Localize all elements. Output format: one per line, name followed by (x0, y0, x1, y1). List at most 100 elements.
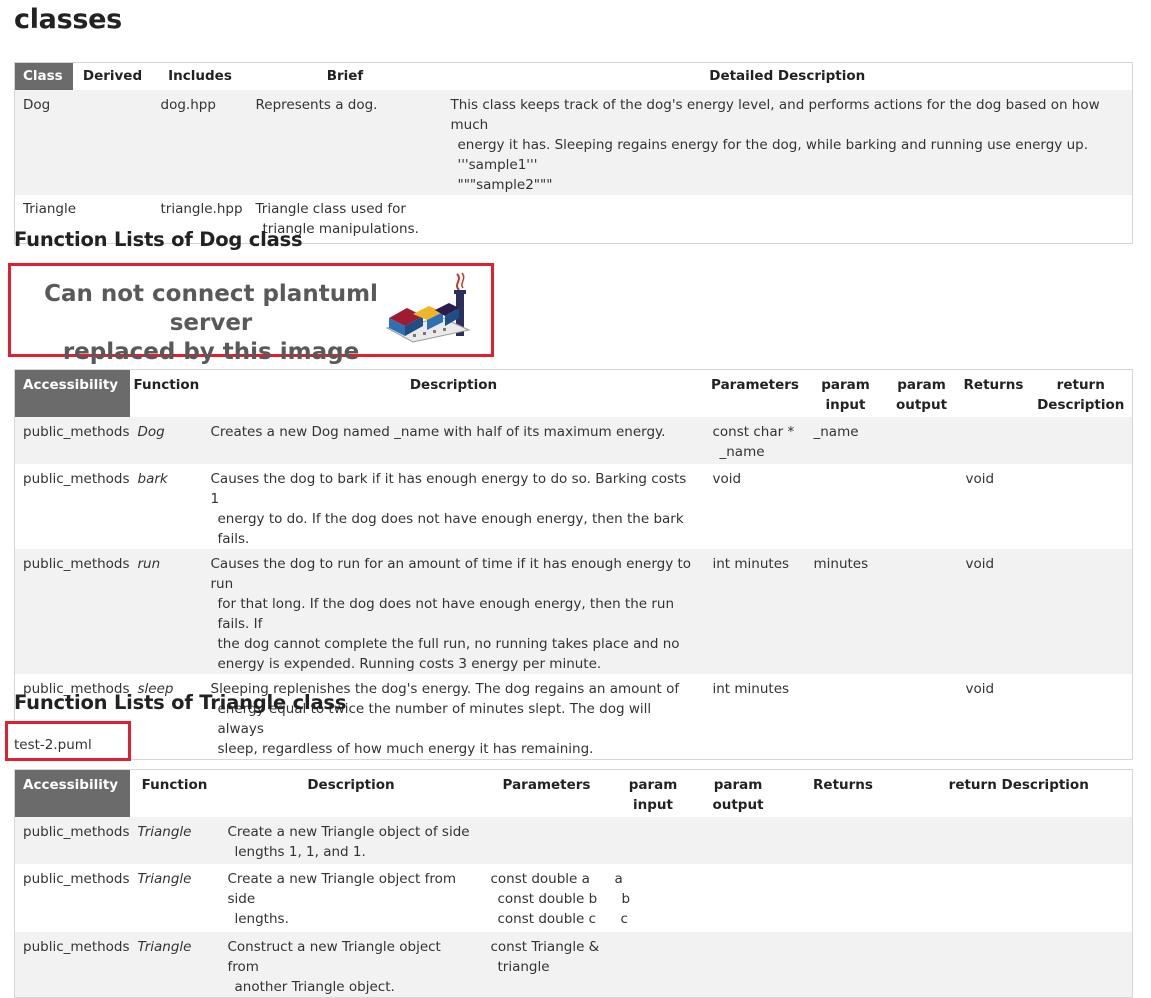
return-description-cell (1029, 416, 1133, 464)
desc-line: for that long. If the dog does not have … (217, 595, 675, 632)
parameters-cell: const char * _name (704, 416, 806, 464)
function-cell: sleep (137, 680, 174, 697)
param-output-cell (695, 816, 781, 864)
desc-line: Causes the dog to run for an amount of t… (210, 555, 692, 592)
col-header-brief: Brief (326, 68, 364, 84)
function-cell: Triangle (129, 931, 220, 997)
triangle-functions-table: Accessibility Function Description Param… (14, 769, 1133, 998)
table-row: public_methods Triangle Construct a new … (14, 931, 1133, 997)
returns-cell (957, 416, 1030, 464)
header-line: input (633, 797, 673, 813)
param-input-cell (806, 464, 886, 549)
table-row: public_methods Triangle Create a new Tri… (14, 816, 1133, 864)
returns-cell (780, 931, 906, 997)
table-row: public_methods Dog Creates a new Dog nam… (14, 416, 1133, 464)
return-description-cell (906, 864, 1133, 932)
param-line: triangle (497, 958, 550, 975)
includes-cell: dog.hpp (152, 90, 248, 195)
desc-line: Create a new Triangle object from side (227, 870, 457, 907)
parameters-cell: void (712, 470, 742, 487)
header-line: Description (1037, 397, 1125, 413)
return-description-cell (1030, 674, 1133, 760)
param-line: const double a (490, 870, 590, 887)
col-header-function: Function (141, 777, 208, 793)
plantuml-fallback-text: Can not connect plantuml server replaced… (11, 280, 411, 367)
desc-line: Creates a new Dog named _name with half … (210, 423, 666, 440)
desc-line: Construct a new Triangle object from (227, 938, 441, 975)
input-line: b (621, 890, 631, 907)
plantuml-text-line: Can not connect plantuml server (44, 281, 378, 336)
param-output-cell (885, 548, 958, 674)
param-input-cell (610, 816, 696, 864)
input-line: c (620, 910, 628, 927)
col-header-param-output: param output (886, 370, 958, 417)
col-header-param-input: param input (611, 770, 696, 817)
param-output-cell (885, 416, 958, 464)
return-description-cell (905, 931, 1133, 997)
header-line: param (897, 377, 946, 393)
col-header-includes: Includes (168, 68, 232, 84)
param-input-cell (610, 931, 696, 997)
detailed-line: This class keeps track of the dog's ener… (450, 97, 1100, 133)
returns-cell: void (965, 680, 995, 697)
desc-line: lengths. (234, 910, 289, 927)
header-line: param (628, 777, 678, 793)
col-header-description: Description (307, 777, 395, 793)
description-cell: Create a new Triangle object from side l… (220, 864, 483, 932)
function-cell: run (129, 548, 203, 674)
input-line: a (614, 870, 623, 887)
parameters-cell: const double a const double b const doub… (483, 864, 611, 932)
col-header-derived: Derived (82, 68, 143, 84)
accessibility-cell: public_methods (14, 416, 130, 464)
classes-table: Class Derived Includes Brief Detailed De… (14, 62, 1133, 244)
col-header-return-description: return Description (948, 777, 1089, 793)
broken-image: test-2.puml (14, 737, 92, 753)
param-output-cell (886, 464, 958, 549)
accessibility-cell: public_methods (14, 816, 130, 864)
col-header-parameters: Parameters (711, 377, 799, 393)
returns-cell: void (957, 548, 1030, 674)
desc-line: energy to do. If the dog does not have e… (217, 510, 684, 547)
parameters-cell: int minutes (712, 680, 790, 697)
param-line: const Triangle & (490, 938, 600, 955)
triangle-section-heading: Function Lists of Triangle class (14, 691, 347, 714)
col-header-returns: Returns (813, 777, 873, 793)
brief-text: Represents a dog. (255, 97, 378, 113)
detailed-line: """sample2""" (457, 177, 553, 193)
header-line: output (895, 397, 948, 413)
col-header-param-input: param input (806, 370, 886, 417)
desc-line: sleep, regardless of how much energy it … (217, 740, 594, 757)
returns-cell (780, 816, 906, 864)
col-header-accessibility: Accessibility (14, 769, 130, 817)
param-input-cell (806, 674, 886, 760)
broken-image-frame: test-2.puml (5, 721, 131, 761)
description-cell: Sleeping replenishes the dog's energy. T… (203, 674, 705, 760)
col-header-function: Function (133, 377, 200, 393)
plantuml-fallback-image: Can not connect plantuml server replaced… (8, 263, 494, 365)
detailed-cell (443, 195, 1133, 243)
accessibility-cell: public_methods (23, 470, 130, 487)
col-header-param-output: param output (696, 770, 781, 817)
param-line: _name (719, 443, 765, 460)
param-line: const double c (497, 910, 597, 927)
param-output-cell (886, 674, 958, 760)
returns-cell (781, 864, 906, 932)
brief-cell: Represents a dog. (247, 90, 443, 195)
plantuml-text-line: replaced by this image (62, 339, 360, 365)
col-header-returns: Returns (963, 377, 1024, 393)
factory-icon (385, 272, 471, 343)
col-header-class: Class (14, 62, 73, 90)
returns-cell: void (965, 470, 995, 487)
desc-line: lengths 1, 1, and 1. (234, 843, 366, 860)
return-description-cell (1030, 464, 1133, 549)
description-cell: Causes the dog to run for an amount of t… (202, 548, 705, 674)
detailed-cell: This class keeps track of the dog's ener… (442, 90, 1133, 195)
detailed-line: energy it has. Sleeping regains energy f… (457, 137, 1089, 173)
table-row: Dog dog.hpp Represents a dog. This class… (14, 90, 1133, 195)
header-line: output (712, 797, 764, 813)
table-row: public_methods sleep Sleeping replenishe… (15, 674, 1133, 760)
header-line: param (713, 777, 763, 793)
header-line: param (821, 377, 870, 393)
image-alt-text: test-2.puml (14, 737, 92, 753)
param-input-cell: minutes (805, 548, 886, 674)
